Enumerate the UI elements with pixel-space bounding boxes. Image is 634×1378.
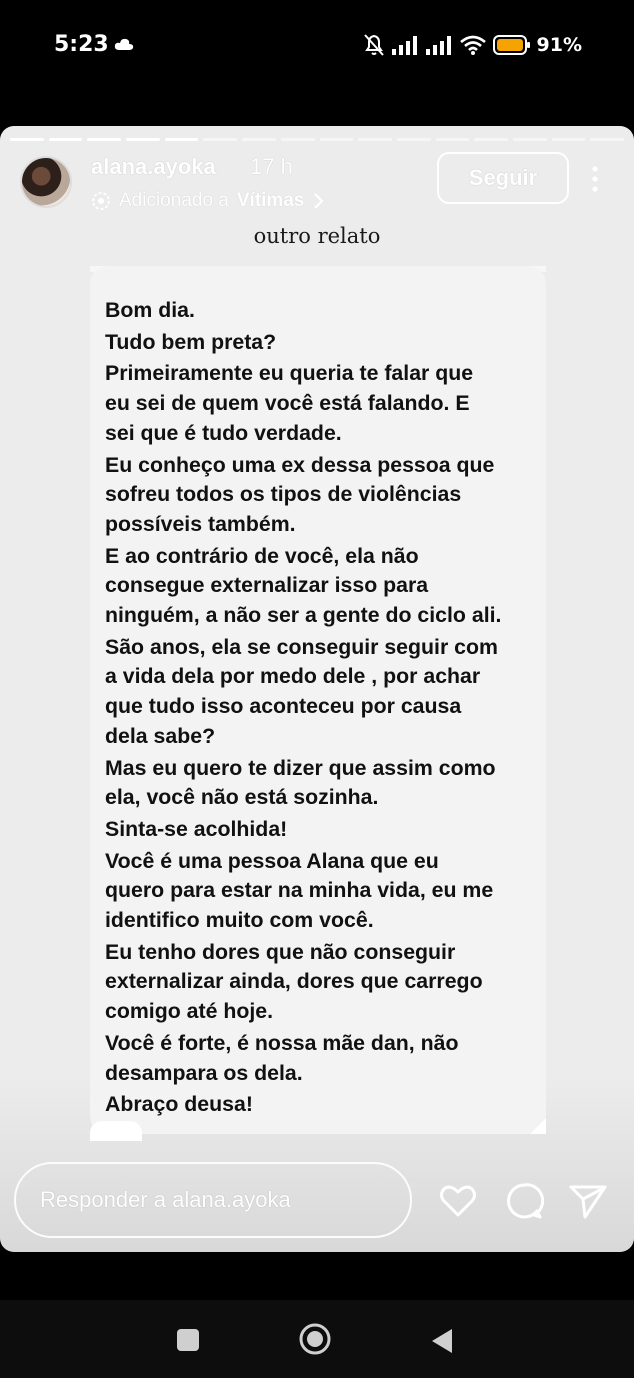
screenshot-corner: [530, 1118, 546, 1134]
progress-segment: [280, 138, 315, 141]
cloud-icon: [114, 38, 134, 50]
message-paragraph: E ao contrário de você, ela não consegue…: [105, 543, 502, 628]
message-paragraph: Bom dia.: [105, 298, 195, 322]
message-paragraph: Primeiramente eu queria te falar que eu …: [105, 361, 474, 445]
progress-segment: [590, 138, 624, 141]
highlight-link[interactable]: Adicionado a Vítimas: [91, 188, 324, 214]
progress-segment: [203, 138, 238, 141]
status-icons: 91%: [363, 32, 582, 58]
signal-icon: [391, 36, 417, 55]
progress-segment: [10, 138, 44, 141]
message-paragraph: Eu conheço uma ex dessa pessoa que sofre…: [105, 452, 495, 536]
story-progress: [10, 138, 624, 142]
progress-segment: [512, 138, 547, 141]
message-paragraph: Eu tenho dores que não conseguir externa…: [105, 939, 483, 1024]
message-paragraph: Sinta-se acolhida!: [105, 816, 288, 841]
reply-input[interactable]: Responder a alana.ayoka: [14, 1162, 412, 1238]
progress-segment: [319, 138, 354, 141]
message-paragraph: Você é uma pessoa Alana que eu quero par…: [105, 848, 494, 933]
message-paragraph: Tudo bem preta?: [105, 329, 277, 354]
progress-segment: [435, 138, 470, 141]
progress-segment: [48, 138, 83, 141]
progress-segment: [164, 138, 199, 141]
battery-percentage: 91%: [536, 34, 582, 56]
message-paragraph: São anos, ela se conseguir seguir com a …: [105, 634, 498, 748]
follow-button[interactable]: Seguir: [437, 152, 569, 204]
story-viewer[interactable]: alana.ayoka 17 h Adicionado a Vítimas Se…: [0, 126, 634, 1252]
send-icon[interactable]: [568, 1181, 608, 1221]
avatar[interactable]: [20, 156, 72, 208]
status-bar: 5:23 91%: [0, 0, 634, 90]
heart-icon[interactable]: [438, 1181, 478, 1221]
more-vertical-icon[interactable]: [585, 164, 605, 194]
highlight-icon: [92, 192, 110, 210]
comment-icon[interactable]: [504, 1181, 544, 1221]
progress-segment: [551, 138, 586, 141]
added-to-label: Adicionado a: [119, 190, 229, 211]
message-text: Bom dia. Tudo bem preta? Primeiramente eu …: [105, 296, 535, 1122]
progress-segment: [358, 138, 392, 141]
story-caption: outro relato: [253, 224, 381, 248]
chevron-right-icon: [314, 193, 324, 209]
story-header: alana.ayoka 17 h Adicionado a Vítimas Se…: [0, 152, 634, 216]
message-paragraph: Você é forte, é nossa mãe dan, não desam…: [105, 1030, 459, 1085]
progress-segment: [242, 138, 276, 141]
circle-icon[interactable]: [298, 1322, 332, 1356]
reaction-hint: [90, 1121, 142, 1141]
signal-icon: [425, 36, 451, 55]
wifi-icon: [459, 35, 486, 55]
progress-segment: [474, 138, 508, 141]
battery-icon: [492, 35, 530, 55]
bell-off-icon: [363, 34, 384, 56]
username[interactable]: alana.ayoka: [91, 154, 216, 180]
reply-placeholder: Responder a alana.ayoka: [40, 1187, 291, 1212]
progress-segment: [396, 138, 431, 141]
system-nav-bar: [0, 1300, 634, 1378]
highlight-name: Vítimas: [236, 190, 305, 211]
square-icon[interactable]: [176, 1328, 200, 1352]
triangle-back-icon[interactable]: [430, 1328, 454, 1354]
progress-segment: [126, 138, 160, 141]
time-ago: 17 h: [250, 154, 293, 179]
message-paragraph: Mas eu quero te dizer que assim como ela…: [105, 755, 496, 810]
message-paragraph: Abraço deusa!: [105, 1092, 253, 1117]
progress-segment: [87, 138, 122, 141]
status-time: 5:23: [54, 32, 109, 57]
